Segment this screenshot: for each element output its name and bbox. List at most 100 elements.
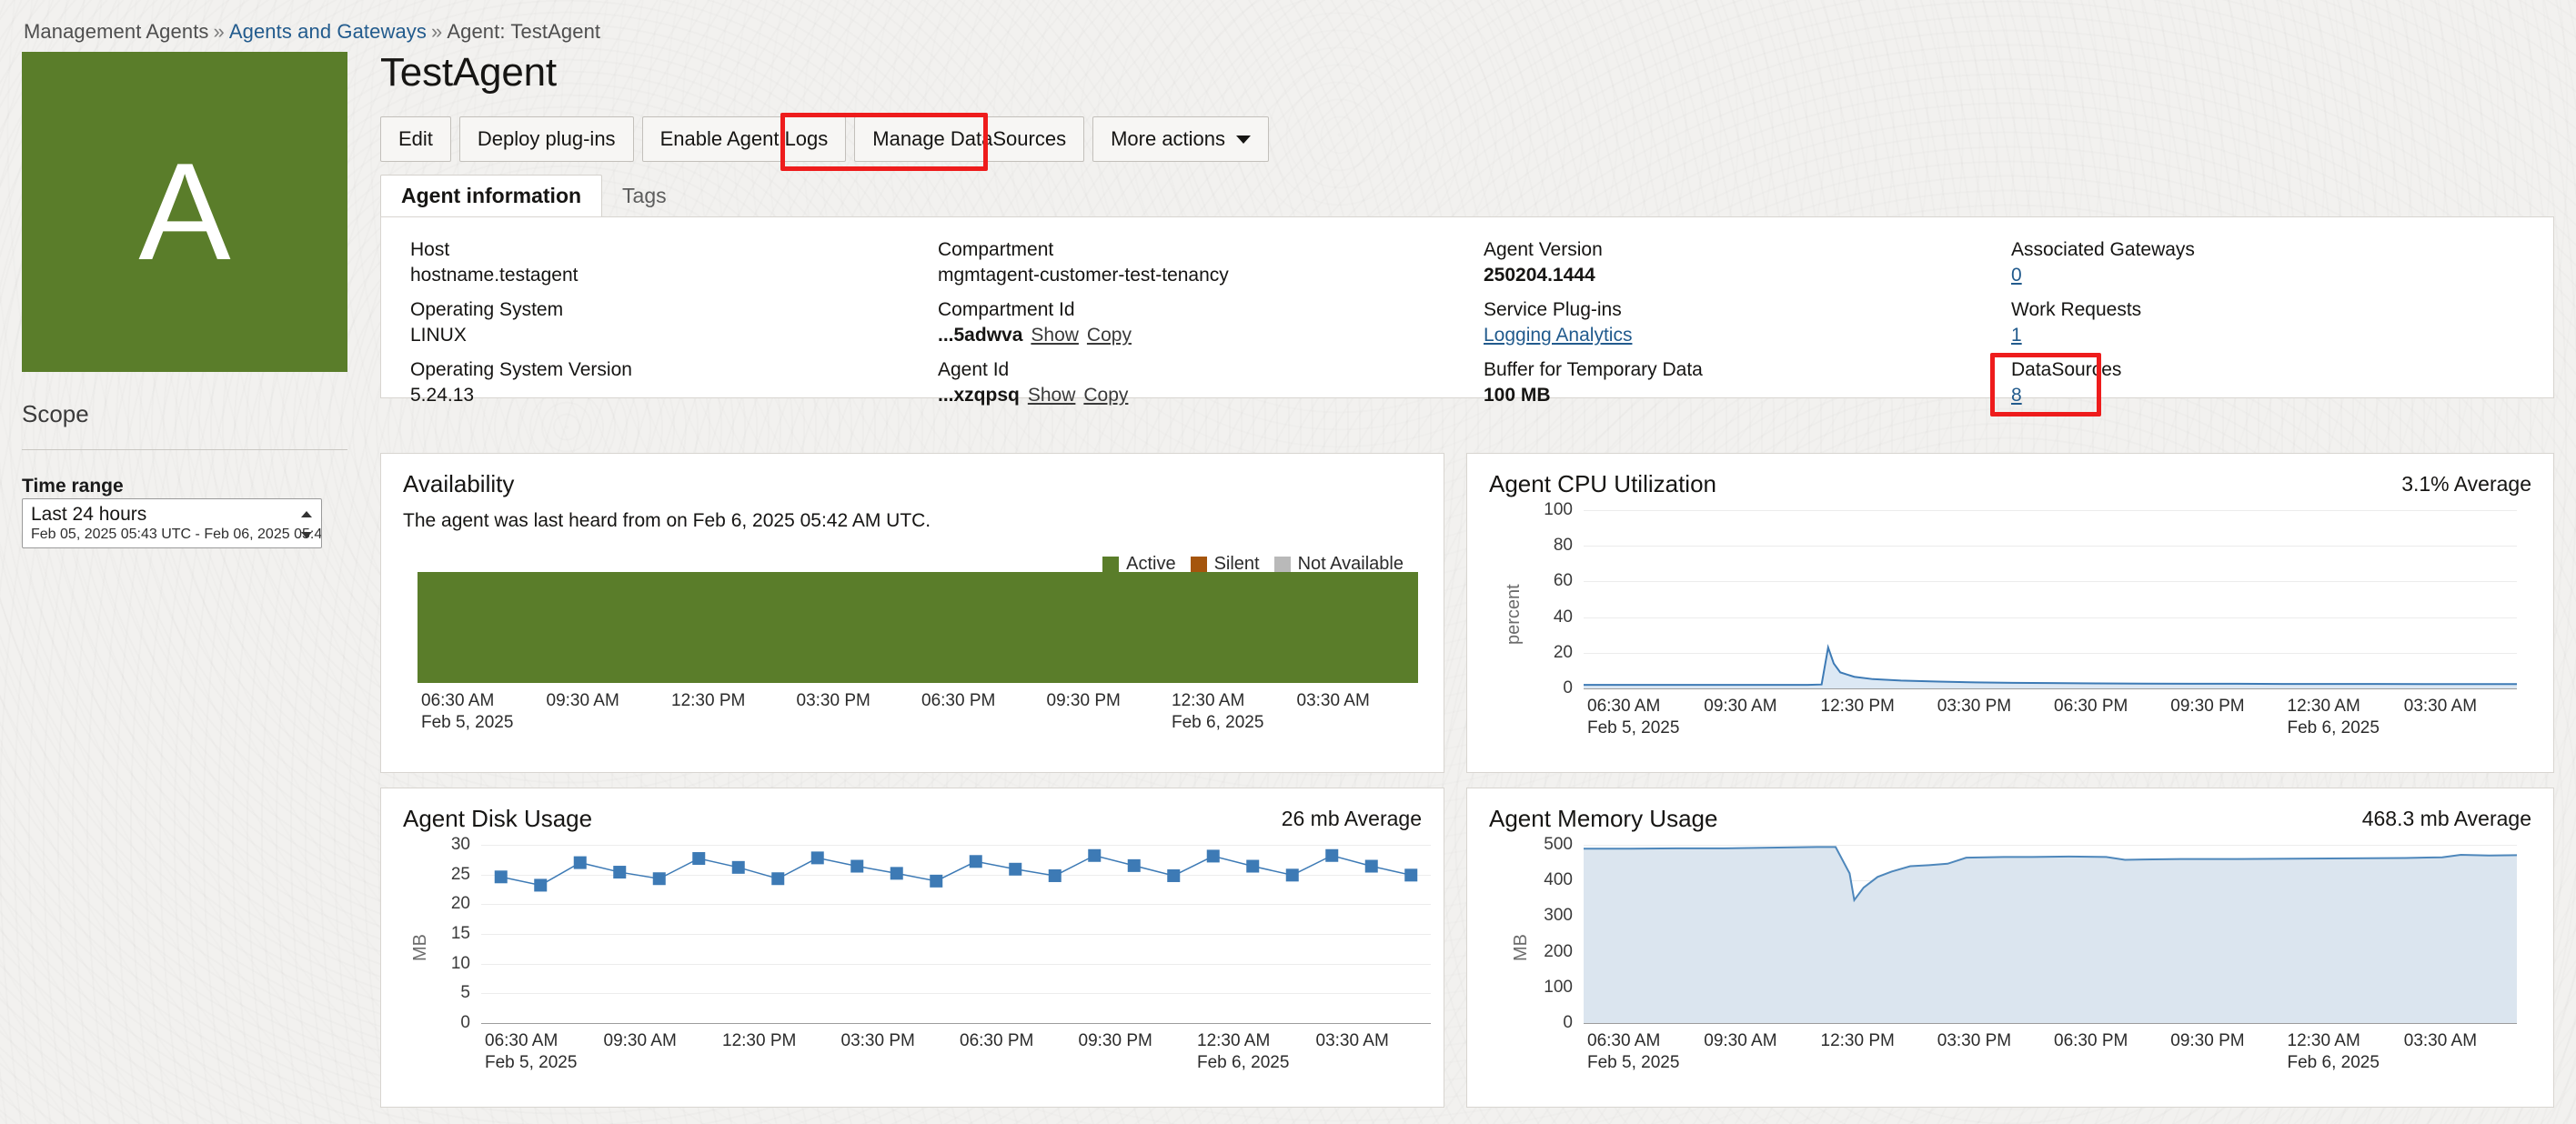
disk-plot-area: 0 5 10 15 20 25 30 xyxy=(451,835,1431,1032)
data-point xyxy=(573,856,587,869)
x-tick-date: Feb 6, 2025 xyxy=(1172,713,1264,732)
y-tick-label: 500 xyxy=(1544,835,1573,854)
y-tick-label: 20 xyxy=(450,894,470,914)
info-field-value: LINUX xyxy=(410,325,467,346)
copy-link[interactable]: Copy xyxy=(1083,385,1128,406)
show-link[interactable]: Show xyxy=(1028,385,1076,406)
time-range-select[interactable]: Last 24 hours Feb 05, 2025 05:43 UTC - F… xyxy=(22,498,322,548)
x-tick-label: 09:30 PM xyxy=(1078,1031,1152,1050)
avatar-letter: A xyxy=(138,135,231,289)
info-field-label: Compartment xyxy=(938,239,1054,260)
tab-bar: Agent information Tags xyxy=(380,175,687,216)
data-point xyxy=(494,870,508,884)
info-field-value: Logging Analytics xyxy=(1484,322,2011,349)
y-tick-label: 40 xyxy=(1553,607,1573,627)
availability-note: The agent was last heard from on Feb 6, … xyxy=(403,510,931,531)
info-field-link[interactable]: Logging Analytics xyxy=(1484,325,1632,346)
x-tick-label: 06:30 AM Feb 5, 2025 xyxy=(485,1031,578,1072)
info-field-link[interactable]: 1 xyxy=(2011,325,2022,346)
legend-swatch xyxy=(1102,556,1120,573)
manage-datasources-button[interactable]: Manage DataSources xyxy=(854,116,1085,162)
info-field: Compartment mgmtagent-customer-test-tenan… xyxy=(938,237,1484,289)
y-tick-label: 100 xyxy=(1544,500,1573,519)
info-field-label: Associated Gateways xyxy=(2011,239,2195,260)
tab-agent-information[interactable]: Agent information xyxy=(380,175,603,216)
x-tick-date: Feb 5, 2025 xyxy=(485,1053,578,1072)
x-tick-label: 12:30 AM Feb 6, 2025 xyxy=(1172,691,1264,732)
info-column-4: Associated Gateways 0 Work Requests 1 DataSo… xyxy=(2011,237,2553,417)
info-field-label: Operating System Version xyxy=(410,359,632,380)
x-tick-label: 06:30 AM Feb 5, 2025 xyxy=(1587,1031,1680,1072)
info-field-link[interactable]: 8 xyxy=(2011,385,2022,406)
x-tick-label: 03:30 PM xyxy=(1937,697,2012,716)
tab-tags[interactable]: Tags xyxy=(602,175,687,216)
data-point xyxy=(1127,858,1141,872)
cpu-y-axis-label: percent xyxy=(1504,584,1524,645)
breadcrumb-link-agents-and-gateways[interactable]: Agents and Gateways xyxy=(229,20,427,43)
x-tick-label: 12:30 PM xyxy=(722,1031,797,1050)
x-tick-label: 12:30 AM Feb 6, 2025 xyxy=(2287,1031,2380,1072)
info-field: Service Plug-ins Logging Analytics xyxy=(1484,297,2011,349)
show-link[interactable]: Show xyxy=(1031,325,1079,346)
x-tick-label: 12:30 PM xyxy=(1820,697,1895,716)
info-field-label: Host xyxy=(410,239,450,260)
x-tick-label: 09:30 PM xyxy=(1046,691,1121,710)
info-field: Host hostname.testagent xyxy=(410,237,938,289)
breadcrumb-current: Agent: TestAgent xyxy=(447,20,601,43)
data-point xyxy=(771,872,785,886)
x-tick-label: 09:30 AM xyxy=(1704,1031,1777,1050)
series-path xyxy=(1584,846,2518,1023)
info-field-value: 250204.1444 xyxy=(1484,265,1595,286)
enable-agent-logs-button[interactable]: Enable Agent Logs xyxy=(641,116,847,162)
x-tick-date: Feb 5, 2025 xyxy=(421,713,514,732)
info-field: DataSources 8 xyxy=(2011,357,2553,409)
data-point xyxy=(930,874,943,888)
info-field-value: 8 xyxy=(2011,382,2553,409)
info-field-label: Compartment Id xyxy=(938,299,1075,320)
data-point xyxy=(1088,848,1102,862)
legend-swatch xyxy=(1273,556,1291,573)
disk-metric: 26 mb Average xyxy=(1281,807,1422,830)
disk-y-axis-label: MB xyxy=(410,934,430,961)
data-point xyxy=(850,859,864,873)
breadcrumb: Management Agents» Agents and Gateways» Ag… xyxy=(24,20,600,44)
scope-divider xyxy=(22,449,347,450)
time-range-detail: Feb 05, 2025 05:43 UTC - Feb 06, 2025 05… xyxy=(31,527,322,542)
data-point xyxy=(534,878,548,892)
info-field: Associated Gateways 0 xyxy=(2011,237,2553,289)
data-point xyxy=(810,851,824,865)
info-field-label: Work Requests xyxy=(2011,299,2142,320)
x-tick-label: 06:30 PM xyxy=(960,1031,1034,1050)
agent-avatar: A xyxy=(22,52,347,372)
x-tick-label: 06:30 PM xyxy=(2054,697,2128,716)
data-point xyxy=(969,855,982,868)
copy-link[interactable]: Copy xyxy=(1087,325,1132,346)
x-tick-date: Feb 5, 2025 xyxy=(1587,718,1680,738)
availability-bar xyxy=(418,572,1418,683)
info-field-label: Agent Id xyxy=(938,359,1010,380)
x-tick-label: 06:30 AM Feb 5, 2025 xyxy=(1587,697,1680,738)
info-field: Agent Version 250204.1444 xyxy=(1484,237,2011,289)
x-tick-label: 03:30 AM xyxy=(1315,1031,1389,1050)
chevron-updown-icon[interactable] xyxy=(299,511,314,538)
cpu-plot-area: 0 20 40 60 80 100 xyxy=(1544,500,2517,697)
memory-plot-area: 0 100 200 300 400 500 xyxy=(1544,835,2518,1032)
x-tick-label: 09:30 AM xyxy=(1704,697,1777,716)
memory-y-axis-label: MB xyxy=(1511,934,1531,961)
info-field-value: 5.24.13 xyxy=(410,385,475,406)
x-axis-line xyxy=(1584,1023,2517,1024)
info-field-label: Operating System xyxy=(410,299,564,320)
data-point xyxy=(1167,868,1181,882)
memory-usage-card: Agent Memory Usage 468.3 mb Average 0 100… xyxy=(1466,788,2554,1108)
info-field-link[interactable]: 0 xyxy=(2011,265,2022,286)
data-point xyxy=(1285,868,1299,882)
edit-button[interactable]: Edit xyxy=(380,116,451,162)
deploy-plugins-button[interactable]: Deploy plug-ins xyxy=(458,116,634,162)
more-actions-button[interactable]: More actions xyxy=(1092,116,1270,162)
y-tick-label: 300 xyxy=(1544,906,1573,926)
info-field: Agent Id ...xzqpsq Show Copy xyxy=(938,357,1484,409)
series-path xyxy=(1584,643,2517,688)
x-tick-date: Feb 6, 2025 xyxy=(2287,1053,2380,1072)
availability-title: Availability xyxy=(403,470,515,497)
series-path xyxy=(494,848,1418,892)
